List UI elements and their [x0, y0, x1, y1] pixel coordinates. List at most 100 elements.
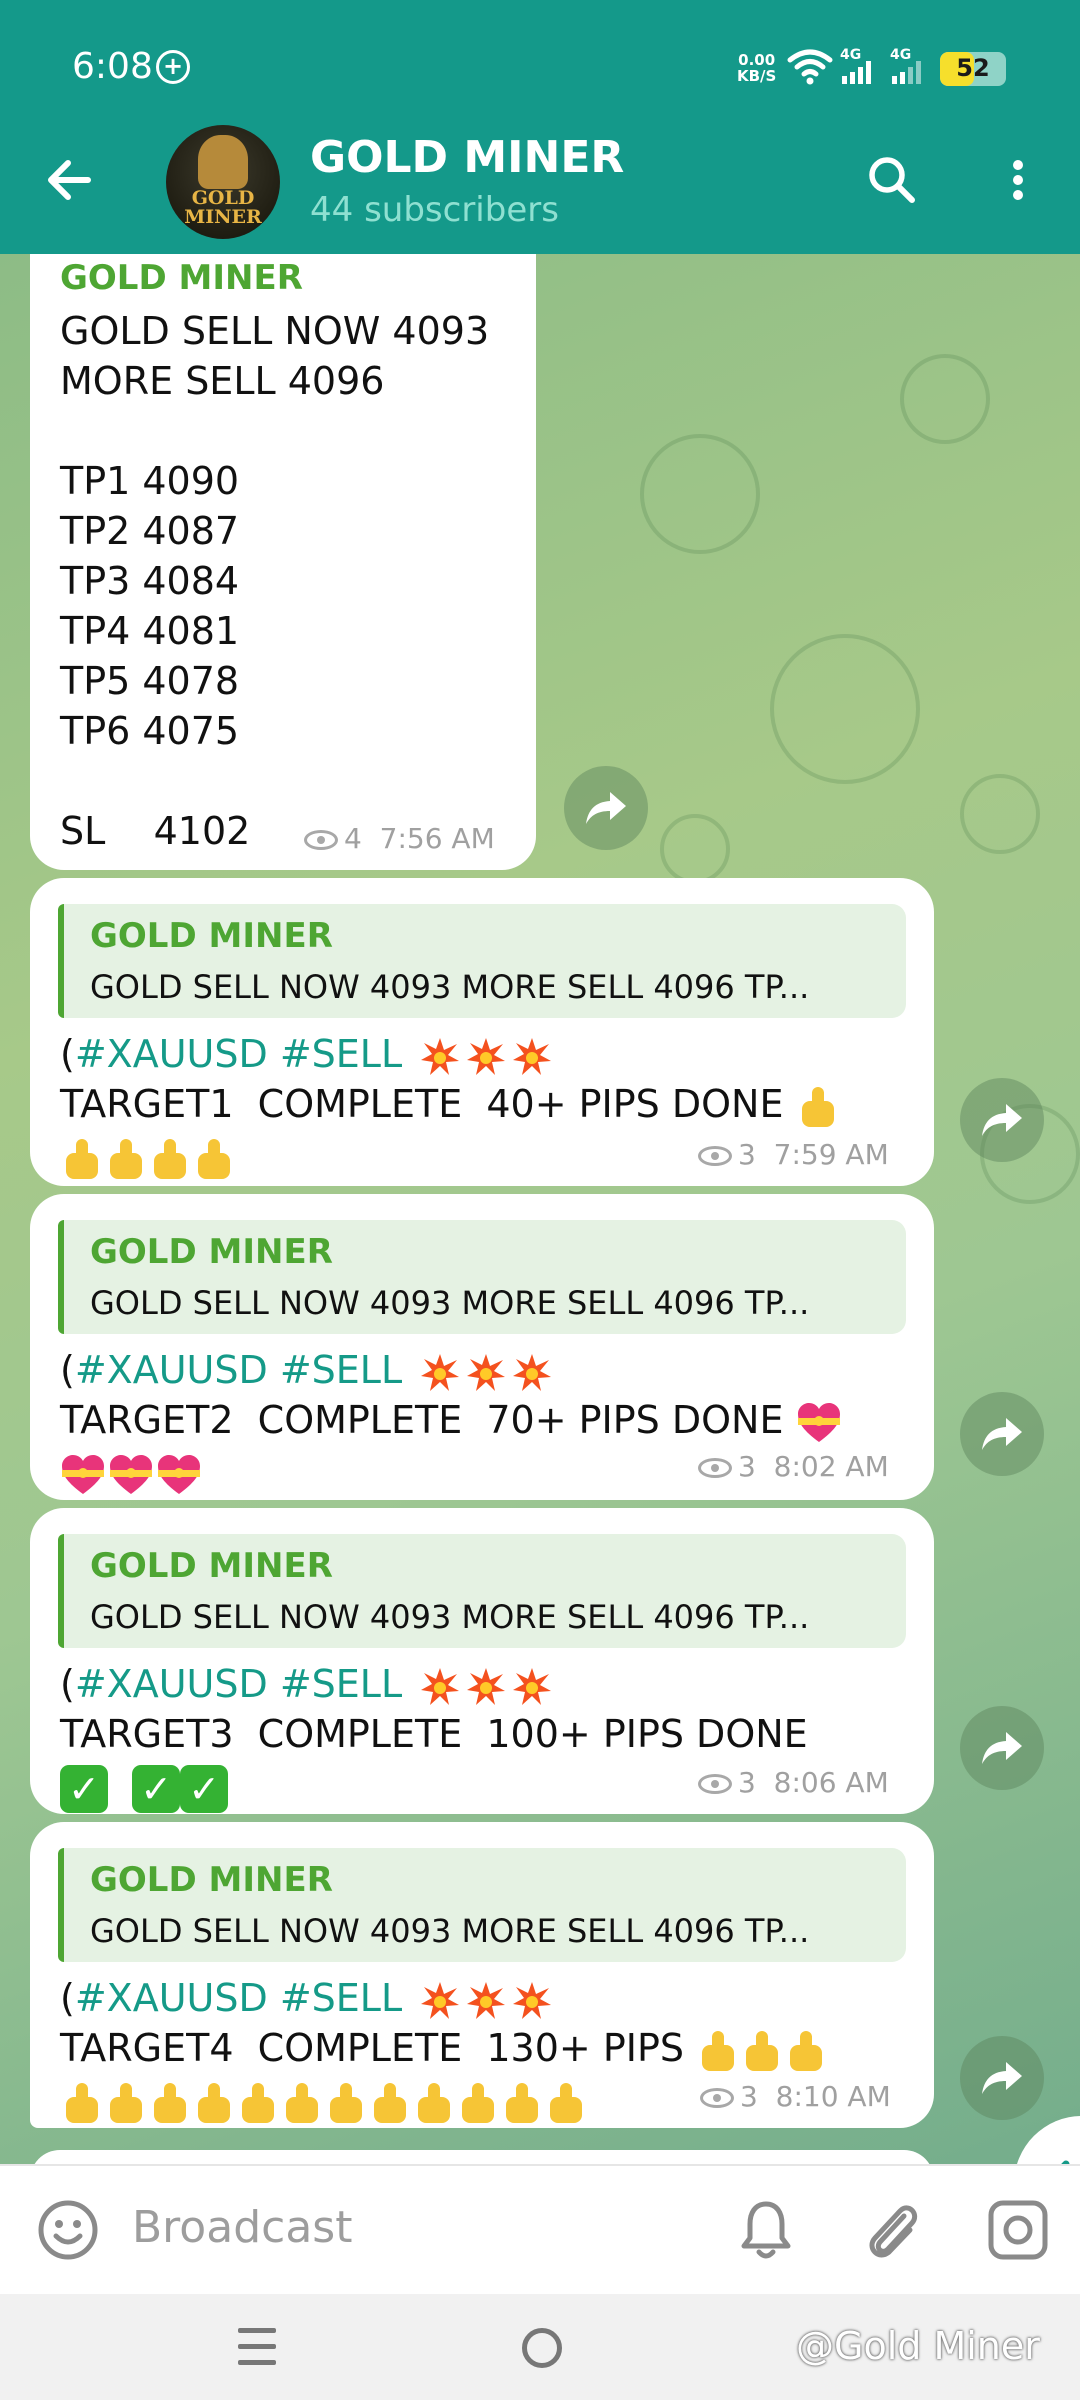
app-header: 6:08 + 0.00 KB/S 4G 4G 52 GOLD MINER GOL… [0, 0, 1080, 254]
channel-avatar[interactable]: GOLD MINER [166, 125, 280, 239]
view-count: 3 [738, 1138, 756, 1171]
thumbs-up-icon [500, 2081, 544, 2125]
view-count: 3 [738, 1766, 756, 1799]
reply-text: GOLD SELL NOW 4093 MORE SELL 4096 TP... [90, 968, 810, 1006]
reply-quote[interactable]: GOLD MINER GOLD SELL NOW 4093 MORE SELL … [58, 1848, 906, 1962]
collision-icon [467, 1353, 506, 1391]
wallpaper-doodle [640, 434, 760, 554]
emoji-line: ✓ ✓ ✓ [60, 1764, 229, 1813]
message-meta: 4 7:56 AM [304, 822, 495, 855]
forward-button[interactable] [564, 766, 648, 850]
collision-icon [467, 1667, 506, 1705]
thumbs-up-icon [696, 2029, 740, 2073]
open-paren: ( [60, 1976, 75, 2020]
collision-icon [421, 1667, 460, 1705]
hashtag-line: (#XAUUSD #SELL [60, 1976, 552, 2021]
collision-icon [513, 1667, 552, 1705]
message-meta: 3 8:10 AM [700, 2080, 891, 2113]
emoji-line [60, 1134, 236, 1181]
hashtag-line: (#XAUUSD #SELL [60, 1032, 552, 1077]
share-arrow-icon [982, 1104, 1022, 1136]
collision-icon [421, 1353, 460, 1391]
reply-quote[interactable]: GOLD MINER GOLD SELL NOW 4093 MORE SELL … [58, 1220, 906, 1334]
recent-apps-button[interactable] [238, 2328, 282, 2368]
home-button[interactable] [522, 2328, 562, 2368]
attach-icon[interactable] [860, 2196, 922, 2262]
message-bubble-next[interactable] [30, 2150, 934, 2164]
emoji-line [60, 2078, 588, 2125]
thumbs-up-icon [368, 2081, 412, 2125]
more-options-icon[interactable] [990, 150, 1046, 210]
hashtag-xauusd[interactable]: #XAUUSD [75, 1976, 268, 2020]
open-paren: ( [60, 1032, 75, 1076]
collision-icon [513, 1981, 552, 2019]
side-panel-tab[interactable] [1014, 2116, 1080, 2164]
target-line: TARGET2 COMPLETE 70+ PIPS DONE [60, 1398, 844, 1444]
collision-icon [467, 1037, 506, 1075]
channel-title[interactable]: GOLD MINER [310, 132, 624, 183]
wallpaper-doodle [960, 774, 1040, 854]
watermark: @Gold Miner [796, 2324, 1040, 2368]
collision-emoji-group [414, 1032, 552, 1076]
notification-plus-icon: + [156, 50, 190, 84]
thumbs-up-icon [412, 2081, 456, 2125]
bell-icon[interactable] [738, 2196, 794, 2262]
eye-icon [304, 830, 338, 850]
collision-emoji-group [414, 1976, 552, 2020]
wallpaper-doodle [770, 634, 920, 784]
forward-button[interactable] [960, 1706, 1044, 1790]
reply-quote[interactable]: GOLD MINER GOLD SELL NOW 4093 MORE SELL … [58, 1534, 906, 1648]
message-input-bar: Broadcast [0, 2164, 1080, 2294]
thumbs-up-icon [740, 2029, 784, 2073]
message-bubble-target3[interactable]: GOLD MINER GOLD SELL NOW 4093 MORE SELL … [30, 1508, 934, 1814]
hashtag-sell[interactable]: #SELL [280, 1976, 402, 2020]
thumbs-up-icon [148, 1137, 192, 1181]
hashtag-xauusd[interactable]: #XAUUSD [75, 1662, 268, 1706]
message-meta: 3 8:02 AM [698, 1450, 889, 1483]
emoji-line [60, 1450, 204, 1496]
thumbs-up-icon [60, 2081, 104, 2125]
camera-icon[interactable] [986, 2198, 1050, 2262]
hashtag-xauusd[interactable]: #XAUUSD [75, 1348, 268, 1392]
share-arrow-icon [982, 1732, 1022, 1764]
eye-icon [700, 2088, 734, 2108]
hashtag-sell[interactable]: #SELL [280, 1032, 402, 1076]
hashtag-xauusd[interactable]: #XAUUSD [75, 1032, 268, 1076]
target-line: TARGET4 COMPLETE 130+ PIPS [60, 2026, 828, 2073]
hashtag-sell[interactable]: #SELL [280, 1662, 402, 1706]
check-mark-icon: ✓ [60, 1764, 108, 1813]
thumbs-up-icon [148, 2081, 192, 2125]
hashtag-line: (#XAUUSD #SELL [60, 1348, 552, 1393]
share-arrow-icon [586, 792, 626, 824]
eye-icon [698, 1458, 732, 1478]
back-arrow-icon[interactable] [40, 150, 100, 210]
search-icon[interactable] [862, 150, 922, 210]
forward-button[interactable] [960, 1078, 1044, 1162]
emoji-icon[interactable] [36, 2198, 100, 2262]
reply-quote[interactable]: GOLD MINER GOLD SELL NOW 4093 MORE SELL … [58, 904, 906, 1018]
message-bubble-target4[interactable]: GOLD MINER GOLD SELL NOW 4093 MORE SELL … [30, 1822, 934, 2128]
reply-sender: GOLD MINER [90, 1860, 333, 1900]
forward-button[interactable] [960, 2036, 1044, 2120]
message-bubble-target1[interactable]: GOLD MINER GOLD SELL NOW 4093 MORE SELL … [30, 878, 934, 1186]
collision-icon [513, 1353, 552, 1391]
forward-button[interactable] [960, 1392, 1044, 1476]
view-count: 3 [738, 1450, 756, 1483]
broadcast-input[interactable]: Broadcast [132, 2202, 352, 2253]
hashtag-line: (#XAUUSD #SELL [60, 1662, 552, 1707]
hashtag-sell[interactable]: #SELL [280, 1348, 402, 1392]
thumbs-up-icon [544, 2081, 588, 2125]
check-mark-icon: ✓ [180, 1764, 229, 1813]
miner-figure [198, 135, 248, 189]
subscriber-count: 44 subscribers [310, 190, 559, 230]
thumbs-up-icon [104, 2081, 148, 2125]
message-bubble-target2[interactable]: GOLD MINER GOLD SELL NOW 4093 MORE SELL … [30, 1194, 934, 1500]
message-meta: 3 7:59 AM [698, 1138, 889, 1171]
collision-icon [513, 1037, 552, 1075]
thumbs-up-icon [60, 1137, 104, 1181]
reply-text: GOLD SELL NOW 4093 MORE SELL 4096 TP... [90, 1912, 810, 1950]
signal1-label: 4G [840, 47, 861, 63]
chat-area[interactable]: GOLD MINER GOLD SELL NOW 4093 MORE SELL … [0, 254, 1080, 2164]
message-bubble-signal[interactable]: GOLD MINER GOLD SELL NOW 4093 MORE SELL … [30, 254, 536, 870]
status-bar: 6:08 + 0.00 KB/S 4G 4G 52 [0, 0, 1080, 135]
